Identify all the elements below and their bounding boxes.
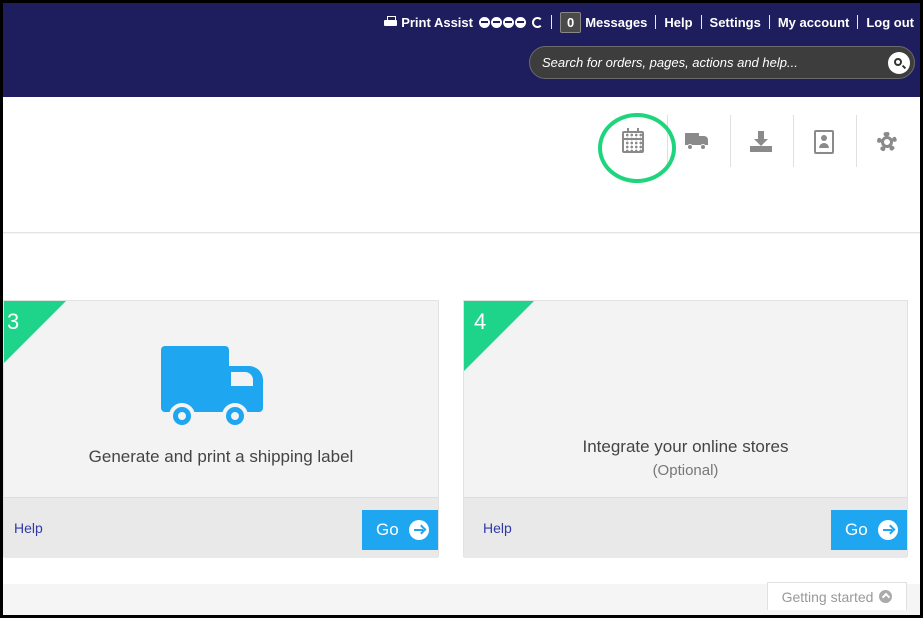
- go-label: Go: [376, 520, 399, 539]
- step-card-shipping-label: 3 Generate and print a shipping label He…: [3, 300, 439, 558]
- shipping-button[interactable]: [667, 115, 727, 169]
- message-count-badge[interactable]: 0: [559, 11, 582, 33]
- printer-icon: [384, 16, 398, 28]
- search-bar: [529, 46, 915, 79]
- arrow-right-icon: [877, 520, 898, 540]
- calendar-icon: [622, 128, 644, 153]
- print-assist[interactable]: Print Assist: [384, 15, 543, 30]
- card-help-link[interactable]: Help: [14, 520, 43, 536]
- minus-circle-icon: [502, 16, 514, 28]
- go-label: Go: [845, 520, 868, 539]
- address-book-button[interactable]: [794, 115, 854, 169]
- card-body: 3 Generate and print a shipping label: [4, 301, 438, 497]
- nav-divider: [550, 15, 552, 29]
- getting-started-tab[interactable]: Getting started: [767, 582, 907, 610]
- download-button[interactable]: [731, 115, 791, 169]
- top-navigation: Print Assist 0 Messages Help Settings My…: [384, 9, 914, 35]
- calendar-button[interactable]: [603, 115, 663, 169]
- building-icon: [650, 326, 721, 416]
- step-card-integrate-stores: 4 Integrate your online stores (Optional…: [463, 300, 908, 558]
- search-button[interactable]: [888, 52, 910, 74]
- card-help-link[interactable]: Help: [483, 520, 512, 536]
- card-title: Generate and print a shipping label: [88, 447, 354, 466]
- getting-started-label: Getting started: [781, 588, 874, 605]
- nav-divider: [700, 15, 702, 29]
- settings-button[interactable]: [857, 115, 917, 169]
- refresh-icon[interactable]: [531, 16, 543, 28]
- help-link[interactable]: Help: [664, 15, 692, 30]
- address-book-icon: [814, 130, 834, 154]
- nav-divider: [655, 15, 657, 29]
- nav-divider: [857, 15, 859, 29]
- top-header: Print Assist 0 Messages Help Settings My…: [3, 3, 920, 97]
- nav-divider: [768, 15, 770, 29]
- card-footer: Help Go: [464, 497, 907, 558]
- truck-icon: [159, 346, 269, 429]
- log-out-link[interactable]: Log out: [866, 15, 914, 30]
- search-icon: [894, 58, 902, 66]
- card-subtitle: (Optional): [652, 462, 719, 479]
- app-frame: Print Assist 0 Messages Help Settings My…: [3, 3, 920, 615]
- truck-icon: [685, 133, 709, 151]
- minus-circle-icon: [514, 16, 526, 28]
- download-icon: [750, 131, 772, 153]
- minus-circle-icon: [478, 16, 490, 28]
- card-title: Integrate your online stores: [582, 437, 789, 456]
- card-go-button[interactable]: Go: [831, 510, 907, 550]
- card-body: 4 Integrate your online stores (Optional…: [464, 301, 907, 497]
- card-footer: Help Go: [4, 497, 438, 558]
- gear-icon: [877, 132, 897, 152]
- step-number: 3: [7, 309, 20, 334]
- minus-circle-icon: [490, 16, 502, 28]
- my-account-link[interactable]: My account: [778, 15, 850, 30]
- chevron-up-icon: [879, 590, 893, 603]
- quick-actions-toolbar: [3, 97, 920, 233]
- settings-link[interactable]: Settings: [710, 15, 761, 30]
- card-go-button[interactable]: Go: [362, 510, 438, 550]
- print-assist-label[interactable]: Print Assist: [401, 15, 473, 30]
- print-assist-status: [478, 16, 526, 28]
- step-number: 4: [474, 309, 487, 334]
- search-input[interactable]: [542, 55, 872, 70]
- messages-link[interactable]: Messages: [585, 15, 647, 30]
- arrow-right-icon: [408, 520, 429, 540]
